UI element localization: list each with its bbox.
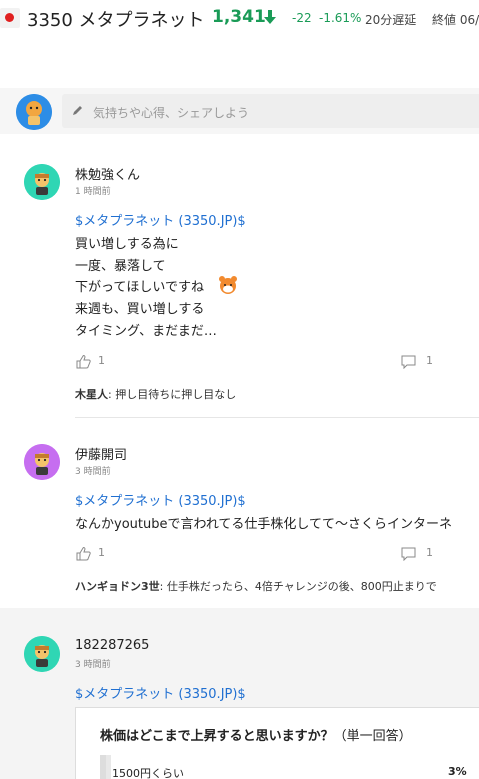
reply-text: : 押し目待ちに押し目なし [108, 388, 237, 401]
ticker-link[interactable]: $メタプラネット (3350.JP)$ [75, 683, 246, 702]
user-avatar[interactable] [16, 94, 52, 130]
poll-question: 株価はどこまで上昇すると思いますか？（単一回答） [100, 725, 412, 744]
stock-header: 3350 メタプラネット 1,341 -22 -1.61% 20分遅延 終値 0… [0, 0, 479, 40]
reply-preview[interactable]: 木星人: 押し目待ちに押し目なし [75, 386, 236, 402]
post-body-line: 一度、暴落して [75, 259, 166, 274]
post-time: 1 時間前 [75, 187, 111, 197]
bear-avatar-icon [24, 444, 60, 480]
tiger-avatar-icon [16, 94, 52, 130]
post-body-line: なんかyoutubeで言われてる仕手株化してて〜さくらインターネ [75, 517, 453, 532]
post-author[interactable]: 182287265 [75, 638, 149, 653]
comment-icon[interactable] [401, 355, 416, 369]
like-count: 1 [98, 354, 105, 367]
post-divider [75, 417, 479, 418]
poll-question-text: 株価はどこまで上昇すると思いますか？ [100, 729, 334, 744]
japan-flag-icon [0, 8, 20, 28]
poll-note: （単一回答） [333, 729, 412, 744]
reply-preview[interactable]: ハンギョドン3世: 仕手株だったら、4倍チャレンジの後、800円止まりで [75, 578, 437, 594]
stock-name[interactable]: 3350 メタプラネット [27, 6, 205, 32]
reply-author[interactable]: 木星人 [75, 388, 108, 401]
comment-icon[interactable] [401, 547, 416, 561]
down-arrow-icon [264, 10, 276, 24]
post-body-line: 買い増しする為に [75, 237, 179, 252]
avatar[interactable] [24, 164, 60, 200]
tiger-emoji-icon [219, 276, 237, 294]
pencil-icon [73, 106, 82, 115]
poll-option-label[interactable]: 1500円くらい [112, 765, 184, 779]
reply-text: : 仕手株だったら、4倍チャレンジの後、800円止まりで [159, 580, 437, 593]
post-time: 3 時間前 [75, 660, 111, 670]
ticker-link[interactable]: $メタプラネット (3350.JP)$ [75, 490, 246, 509]
comment-count: 1 [426, 354, 433, 367]
close-price-label: 終値 06/ [432, 13, 479, 27]
post-author[interactable]: 株勉強くん [75, 164, 140, 183]
post-body-line: タイミング、まだまだ… [75, 324, 217, 339]
avatar[interactable] [24, 636, 60, 672]
post-author[interactable]: 伊藤開司 [75, 444, 127, 463]
bear-avatar-icon [24, 164, 60, 200]
like-count: 1 [98, 546, 105, 559]
composer-placeholder[interactable]: 気持ちや心得、シェアしよう [93, 104, 249, 121]
stock-price: 1,341 [212, 7, 266, 27]
post-time: 3 時間前 [75, 467, 111, 477]
thumbs-up-icon[interactable] [76, 354, 91, 369]
bear-avatar-icon [24, 636, 60, 672]
delay-label: 20分遅延 [365, 13, 417, 27]
post-body-line: 下がってほしいですね [75, 280, 204, 295]
thumbs-up-icon[interactable] [76, 546, 91, 561]
poll-option-percent: 3% [448, 765, 467, 778]
ticker-link[interactable]: $メタプラネット (3350.JP)$ [75, 210, 246, 229]
avatar[interactable] [24, 444, 60, 480]
price-change: -22 [292, 11, 312, 25]
price-change-percent: -1.61% [319, 11, 362, 25]
post-body-line: 来週も、買い増しする [75, 302, 205, 317]
poll-option-edge [100, 755, 106, 779]
reply-author[interactable]: ハンギョドン3世 [75, 580, 160, 593]
comment-count: 1 [426, 546, 433, 559]
